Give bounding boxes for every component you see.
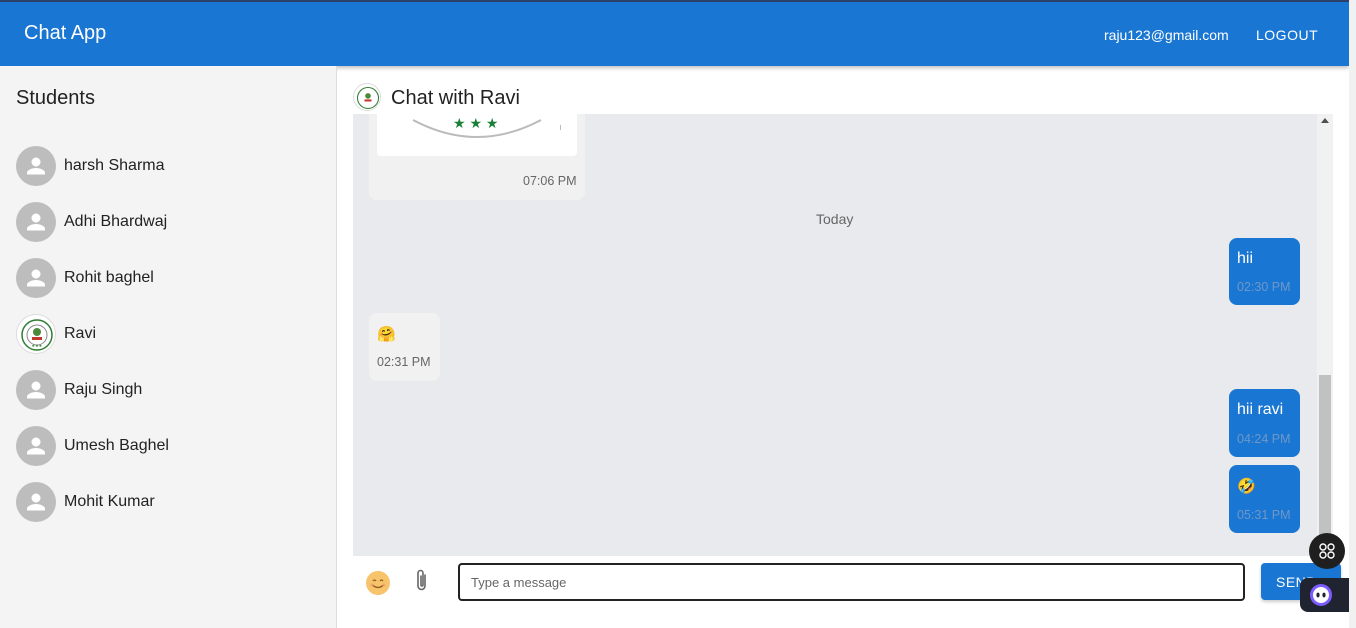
message-time: 05:31 PM (1237, 508, 1291, 522)
messages-area[interactable]: ★ ★ ★ 07:06 PM Today hii 02:30 PM 🤗 02:3… (353, 114, 1333, 556)
person-icon (16, 426, 56, 466)
message-text: 🤣 (1237, 478, 1256, 495)
student-item-raju-singh[interactable]: Raju Singh (0, 366, 337, 414)
message-time: 02:30 PM (1237, 280, 1291, 294)
person-icon (16, 258, 56, 298)
page-scrollbar[interactable] (1349, 0, 1356, 628)
svg-text:★ ★ ★: ★ ★ ★ (453, 115, 498, 131)
message-received-image: ★ ★ ★ 07:06 PM (369, 114, 585, 200)
student-item-mohit-kumar[interactable]: Mohit Kumar (0, 478, 337, 526)
message-sent: hii 02:30 PM (1229, 238, 1300, 305)
command-shortcut-icon[interactable] (1309, 533, 1345, 569)
person-icon (16, 202, 56, 242)
scroll-up-arrow-icon[interactable] (1321, 118, 1329, 123)
message-sent: 🤣 05:31 PM (1229, 465, 1300, 533)
message-text: hii ravi (1237, 401, 1284, 418)
person-icon (16, 482, 56, 522)
students-sidebar: Students harsh Sharma Adhi Bhardwaj Rohi… (0, 66, 337, 628)
student-name: Raju Singh (64, 381, 143, 398)
logout-button[interactable]: LOGOUT (1256, 27, 1318, 43)
messages-scrollbar[interactable] (1317, 114, 1333, 556)
chat-title: Chat with Ravi (391, 87, 520, 109)
person-icon (16, 146, 56, 186)
app-bar: Chat App raju123@gmail.com LOGOUT (0, 0, 1349, 66)
student-name: Adhi Bhardwaj (64, 213, 168, 230)
emblem-avatar (353, 83, 381, 111)
smiley-emoji-icon[interactable] (365, 570, 391, 596)
student-name: Mohit Kumar (64, 493, 155, 510)
person-icon (16, 370, 56, 410)
assistant-bot-icon[interactable] (1300, 578, 1350, 612)
student-name: Rohit baghel (64, 269, 154, 286)
student-name: Umesh Baghel (64, 437, 169, 454)
message-time: 07:06 PM (523, 174, 577, 188)
message-time: 04:24 PM (1237, 432, 1291, 446)
student-item-rohit-baghel[interactable]: Rohit baghel (0, 254, 337, 302)
student-item-harsh-sharma[interactable]: harsh Sharma (0, 142, 337, 190)
student-name: Ravi (64, 325, 97, 342)
student-item-umesh-baghel[interactable]: Umesh Baghel (0, 422, 337, 470)
student-name: harsh Sharma (64, 157, 165, 174)
sidebar-heading: Students (16, 87, 95, 109)
image-attachment[interactable]: ★ ★ ★ (377, 114, 577, 156)
student-item-ravi[interactable]: ★★★ Ravi (0, 310, 337, 358)
emblem-avatar: ★★★ (16, 314, 56, 354)
student-item-adhi-bhardwaj[interactable]: Adhi Bhardwaj (0, 198, 337, 246)
message-text: 🤗 (377, 326, 396, 343)
message-time: 02:31 PM (377, 355, 431, 369)
message-text: hii (1237, 250, 1254, 267)
message-sent: hii ravi 04:24 PM (1229, 389, 1300, 457)
scrollbar-thumb[interactable] (1319, 375, 1331, 556)
message-received: 🤗 02:31 PM (369, 313, 440, 381)
user-email: raju123@gmail.com (1104, 27, 1229, 43)
svg-text:★★★: ★★★ (32, 343, 43, 348)
paperclip-icon[interactable] (412, 568, 432, 594)
app-title: Chat App (24, 22, 107, 44)
day-divider: Today (816, 211, 854, 227)
message-input[interactable] (458, 563, 1245, 601)
